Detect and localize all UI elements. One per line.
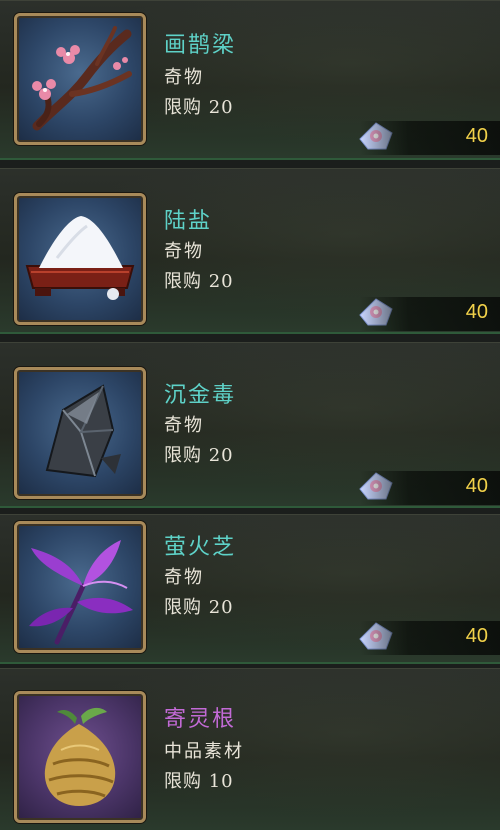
limit-value: 20 xyxy=(208,445,234,466)
golden-root-icon xyxy=(44,707,116,806)
limit-value: 20 xyxy=(208,97,234,118)
salt-tray-icon xyxy=(25,216,135,300)
item-purchase-limit: 限购 20 xyxy=(164,267,234,293)
purple-herb-icon xyxy=(29,540,133,645)
item-purchase-limit: 限购 20 xyxy=(164,93,234,119)
dark-crystal-icon xyxy=(45,384,121,478)
shop-item-row[interactable]: 陆盐 奇物 限购 20 40 xyxy=(0,168,500,334)
limit-label: 限购 xyxy=(164,271,202,292)
limit-label: 限购 xyxy=(164,597,202,618)
item-name: 萤火芝 xyxy=(164,535,237,560)
item-type: 奇物 xyxy=(164,241,204,262)
item-price: 40 xyxy=(465,625,488,647)
item-purchase-limit: 限购 10 xyxy=(164,767,234,793)
item-type: 奇物 xyxy=(164,67,204,88)
item-icon-frame[interactable] xyxy=(14,521,146,653)
price-bar: 40 xyxy=(360,297,500,331)
item-purchase-limit: 限购 20 xyxy=(164,441,234,467)
price-bar: 40 xyxy=(360,621,500,655)
item-icon-frame[interactable] xyxy=(14,13,146,145)
price-bar: 40 xyxy=(360,121,500,155)
shop-item-row[interactable]: 寄灵根 中品素材 限购 10 xyxy=(0,668,500,830)
limit-label: 限购 xyxy=(164,97,202,118)
limit-value: 20 xyxy=(208,597,234,618)
shop-item-row[interactable]: 萤火芝 奇物 限购 20 40 xyxy=(0,514,500,664)
price-bar: 40 xyxy=(360,471,500,505)
item-type: 奇物 xyxy=(164,567,204,588)
shop-item-list: 画鹊梁 奇物 限购 20 40 陆盐 奇物 限购 20 40 沉金毒 奇物 限购… xyxy=(0,0,500,830)
item-icon-frame[interactable] xyxy=(14,691,146,823)
limit-label: 限购 xyxy=(164,771,202,792)
item-icon-frame[interactable] xyxy=(14,193,146,325)
item-price: 40 xyxy=(465,475,488,497)
limit-label: 限购 xyxy=(164,445,202,466)
item-name: 画鹊梁 xyxy=(164,33,237,58)
item-price: 40 xyxy=(465,301,488,323)
item-name: 沉金毒 xyxy=(164,383,237,408)
shop-item-row[interactable]: 画鹊梁 奇物 限购 20 40 xyxy=(0,0,500,160)
plum-blossom-branch-icon xyxy=(32,26,132,131)
item-type: 奇物 xyxy=(164,415,204,436)
item-icon-frame[interactable] xyxy=(14,367,146,499)
item-name: 陆盐 xyxy=(164,209,213,234)
shop-item-row[interactable]: 沉金毒 奇物 限购 20 40 xyxy=(0,342,500,508)
item-name: 寄灵根 xyxy=(164,707,237,732)
limit-value: 10 xyxy=(208,771,234,792)
item-type: 中品素材 xyxy=(164,741,244,762)
limit-value: 20 xyxy=(208,271,234,292)
item-price: 40 xyxy=(465,125,488,147)
item-purchase-limit: 限购 20 xyxy=(164,593,234,619)
